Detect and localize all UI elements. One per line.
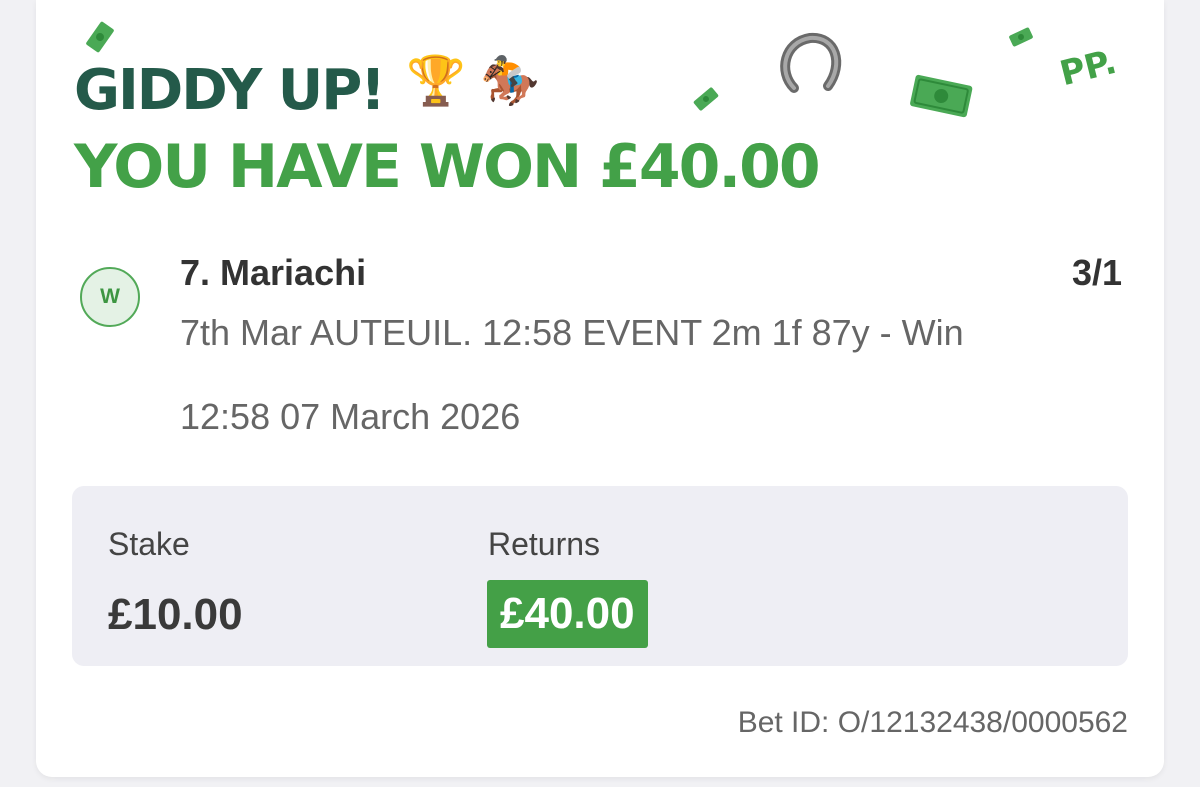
stake-value: £10.00 [108,590,243,639]
horse-racing-icon: 🏇 [480,55,540,108]
brand-mark: PP. [1056,41,1121,95]
stake-label: Stake [108,526,190,562]
trophy-icon: 🏆 [406,55,466,108]
selection-name: 7. Mariachi [180,252,367,293]
returns-label: Returns [488,526,601,562]
bet-id: Bet ID: O/12132438/0000562 [737,706,1128,739]
money-note-icon [910,74,973,118]
horseshoe-icon [780,32,842,93]
returns-value: £40.00 [487,580,648,648]
odds: 3/1 [1071,252,1122,293]
money-note-icon [86,21,114,53]
headline-winnings: YOU HAVE WON £40.00 [74,132,821,202]
bet-receipt-card: PP. GIDDY UP! 🏆 🏇 YOU HAVE WON £40.00 W … [36,0,1164,777]
event-details: 7th Mar AUTEUIL. 12:58 EVENT 2m 1f 87y -… [180,312,964,353]
money-note-icon [1009,27,1033,47]
headline-giddy-up: GIDDY UP! [74,58,386,123]
event-datetime: 12:58 07 March 2026 [180,396,521,437]
stake-returns-panel: Stake Returns £10.00 £40.00 [72,486,1128,666]
win-result-badge: W [80,267,140,327]
money-note-icon [693,87,719,111]
